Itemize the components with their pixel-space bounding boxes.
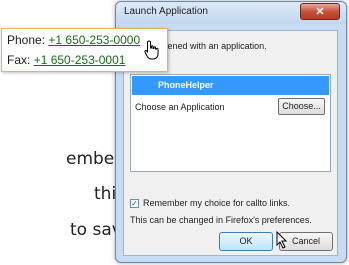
preferences-note: This can be changed in Firefox's prefere… [130, 215, 312, 225]
hand-cursor-icon [144, 40, 159, 60]
contact-info-box: Phone: +1 650-253-0000 Fax: +1 650-253-0… [1, 28, 168, 72]
list-item-selected[interactable]: PhoneHelper [132, 76, 329, 95]
choose-app-label: Choose an Application [135, 102, 225, 112]
checkmark-icon: ✓ [131, 199, 138, 208]
dialog-titlebar[interactable]: Launch Application ✕ [116, 2, 346, 24]
phone-number-link[interactable]: +1 650-253-0000 [48, 33, 140, 47]
list-item-choose[interactable]: Choose an Application Choose... [132, 96, 329, 118]
remember-choice-label[interactable]: Remember my choice for callto links. [143, 198, 290, 208]
phone-line: Phone: +1 650-253-0000 [7, 33, 140, 47]
selected-app-name: PhoneHelper [158, 80, 214, 90]
fax-line: Fax: +1 650-253-0001 [7, 53, 125, 67]
phone-label: Phone: [7, 33, 46, 47]
application-list[interactable]: PhoneHelper Choose an Application Choose… [130, 74, 331, 172]
fax-label: Fax: [7, 53, 31, 67]
remember-choice-checkbox[interactable]: ✓ [130, 199, 139, 208]
choose-button[interactable]: Choose... [278, 98, 325, 115]
fax-number-link[interactable]: +1 650-253-0001 [34, 53, 126, 67]
dialog-title: Launch Application [124, 6, 208, 17]
ok-button[interactable]: OK [219, 232, 273, 251]
close-icon: ✕ [315, 6, 325, 18]
close-button[interactable]: ✕ [300, 3, 340, 20]
background-text-line: ember [66, 149, 122, 169]
arrow-cursor-icon [276, 231, 288, 249]
